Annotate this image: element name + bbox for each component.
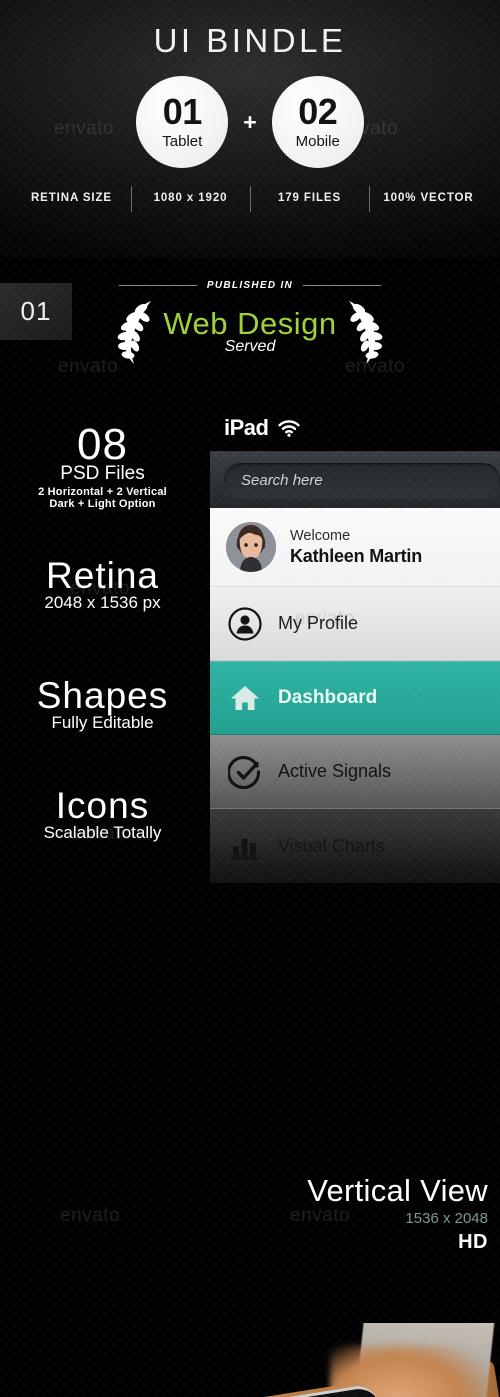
person-icon (228, 606, 262, 641)
section-number-label: 01 (20, 296, 52, 326)
award-subtitle: Served (224, 338, 276, 356)
vertical-view-dimensions: 1536 x 2048 (405, 1210, 488, 1227)
feature-headline: Icons (55, 785, 150, 826)
page-title: UI BINDLE (153, 22, 347, 59)
feature-detail-2: Dark + Light Option (49, 498, 156, 511)
avatar-photo (226, 522, 276, 572)
mobile-count-number: 02 (298, 91, 338, 132)
feature-headline: 08 (77, 420, 128, 469)
feature-subline: Fully Editable (51, 713, 154, 733)
rule-left (118, 285, 197, 286)
poster-page: UI BINDLE 01 Tablet + 02 Mobile RETINA S… (0, 0, 500, 1397)
feature-retina: Retina 2048 x 1536 px (0, 555, 205, 613)
menu-item-label: Active Signals (278, 761, 392, 781)
stat-retina-size: RETINA SIZE (30, 192, 113, 204)
feature-psd-files: 08 PSD Files 2 Horizontal + 2 Vertical D… (0, 420, 205, 511)
photo-footer: envato gfxtra.com (0, 1323, 500, 1397)
tablet-count-badge: 01 Tablet (136, 76, 229, 168)
award-title: Web Design (163, 305, 337, 341)
tablet-count-number: 01 (162, 91, 203, 132)
menu-item-dashboard[interactable]: Dashboard (210, 661, 500, 735)
vertical-view-section: Vertical View 1536 x 2048 HD envato enva… (0, 1143, 500, 1323)
tablet-count-label: Tablet (162, 133, 203, 150)
welcome-text: Welcome Kathleen Martin (290, 527, 422, 566)
rule-right (303, 285, 382, 286)
ipad-status-bar: iPad (210, 403, 500, 451)
laurel-right-icon (348, 301, 383, 364)
hero-section: UI BINDLE 01 Tablet + 02 Mobile RETINA S… (0, 0, 500, 258)
menu-item-my-profile[interactable]: My Profile (210, 587, 500, 661)
feature-headline: Retina (46, 555, 159, 596)
welcome-username: Kathleen Martin (290, 545, 423, 566)
feature-icons: Icons Scalable Totally (0, 785, 205, 843)
feature-headline: Shapes (36, 675, 169, 716)
wifi-icon (278, 420, 301, 437)
section-number-badge: 01 (0, 283, 72, 340)
mobile-count-badge: 02 Mobile (271, 76, 364, 168)
vertical-view-text: Vertical View 1536 x 2048 HD (307, 1173, 488, 1254)
feature-subline: Scalable Totally (43, 823, 162, 843)
published-eyebrow: PUBLISHED IN (0, 258, 500, 291)
stats-bar: RETINA SIZE 1080 x 1920 179 FILES 100% V… (0, 186, 500, 212)
check-circle-icon (228, 755, 261, 789)
published-eyebrow-label: PUBLISHED IN (206, 280, 294, 291)
feature-subline: 2048 x 1536 px (44, 593, 161, 613)
menu-item-label: Visual Charts (278, 835, 385, 856)
hero-circles: 01 Tablet + 02 Mobile (0, 76, 500, 168)
search-section: Search here (210, 451, 500, 508)
stat-dimensions: 1080 x 1920 (131, 186, 250, 212)
vertical-view-title: Vertical View (307, 1173, 488, 1208)
vertical-view-quality-badge: HD (458, 1231, 488, 1253)
search-input[interactable]: Search here (224, 463, 500, 497)
middle-section: EXTRA 08 PSD Files 2 Horizontal + 2 Vert… (0, 403, 500, 1143)
welcome-greeting: Welcome (290, 528, 351, 545)
award-text: Web Design Served (163, 305, 337, 357)
welcome-card: Welcome Kathleen Martin (210, 508, 500, 587)
stat-file-count: 179 FILES (250, 186, 369, 212)
feature-subline: PSD Files (60, 463, 145, 485)
menu-item-label: Dashboard (278, 686, 378, 708)
menu-item-active-signals[interactable]: Active Signals (210, 735, 500, 809)
ipad-mockup: iPad Search here Welcome Kathleen Martin… (210, 403, 500, 883)
plus-separator: + (243, 108, 257, 135)
home-icon (231, 685, 259, 710)
menu-item-visual-charts[interactable]: Visual Charts (210, 809, 500, 883)
laurel-left-icon (117, 301, 152, 364)
search-placeholder: Search here (241, 471, 323, 489)
menu-item-label: My Profile (278, 613, 359, 633)
feature-detail-1: 2 Horizontal + 2 Vertical (38, 486, 167, 499)
device-label: iPad (224, 415, 269, 440)
watermark-envato: envato (60, 1205, 121, 1226)
award-block: Web Design Served (0, 297, 500, 367)
published-section: 01 PUBLISHED IN Web Design Served envato… (0, 258, 500, 403)
bar-chart-icon (231, 839, 259, 860)
mobile-count-label: Mobile (295, 133, 340, 150)
feature-shapes: Shapes Fully Editable (0, 675, 205, 733)
avatar (226, 522, 276, 572)
stat-vector: 100% VECTOR (369, 186, 488, 212)
